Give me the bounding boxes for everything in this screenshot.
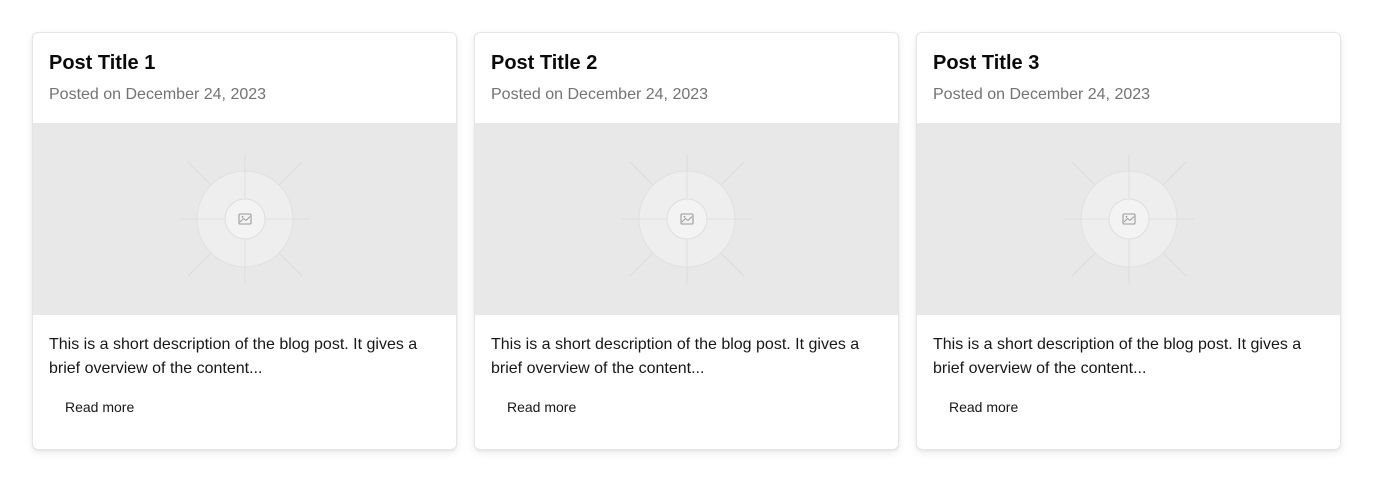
page: Post Title 1 Posted on December 24, 2023 <box>0 0 1376 484</box>
post-date: Posted on December 24, 2023 <box>933 86 1151 103</box>
post-card: Post Title 1 Posted on December 24, 2023 <box>32 32 457 450</box>
read-more-button[interactable]: Read more <box>49 391 150 423</box>
post-description: This is a short description of the blog … <box>491 336 860 377</box>
post-card: Post Title 3 Posted on December 24, 2023 <box>916 32 1341 450</box>
post-title: Post Title 1 <box>49 52 156 74</box>
post-description: This is a short description of the blog … <box>933 336 1302 377</box>
post-date: Posted on December 24, 2023 <box>491 86 709 103</box>
card-body: This is a short description of the blog … <box>917 315 1340 381</box>
post-card: Post Title 2 Posted on December 24, 2023 <box>474 32 899 450</box>
image-placeholder-icon <box>621 154 752 284</box>
post-image <box>917 123 1340 315</box>
card-body: This is a short description of the blog … <box>33 315 456 381</box>
read-more-button[interactable]: Read more <box>933 391 1034 423</box>
post-image <box>475 123 898 315</box>
post-description: This is a short description of the blog … <box>49 336 418 377</box>
post-date: Posted on December 24, 2023 <box>49 86 267 103</box>
card-header: Post Title 3 Posted on December 24, 2023 <box>917 33 1340 123</box>
image-placeholder-icon <box>179 154 310 284</box>
card-header: Post Title 2 Posted on December 24, 2023 <box>475 33 898 123</box>
post-title: Post Title 3 <box>933 52 1040 74</box>
post-grid: Post Title 1 Posted on December 24, 2023 <box>32 32 1341 450</box>
post-title: Post Title 2 <box>491 52 598 74</box>
read-more-button[interactable]: Read more <box>491 391 592 423</box>
post-image <box>33 123 456 315</box>
card-header: Post Title 1 Posted on December 24, 2023 <box>33 33 456 123</box>
card-body: This is a short description of the blog … <box>475 315 898 381</box>
image-placeholder-icon <box>1063 154 1194 284</box>
